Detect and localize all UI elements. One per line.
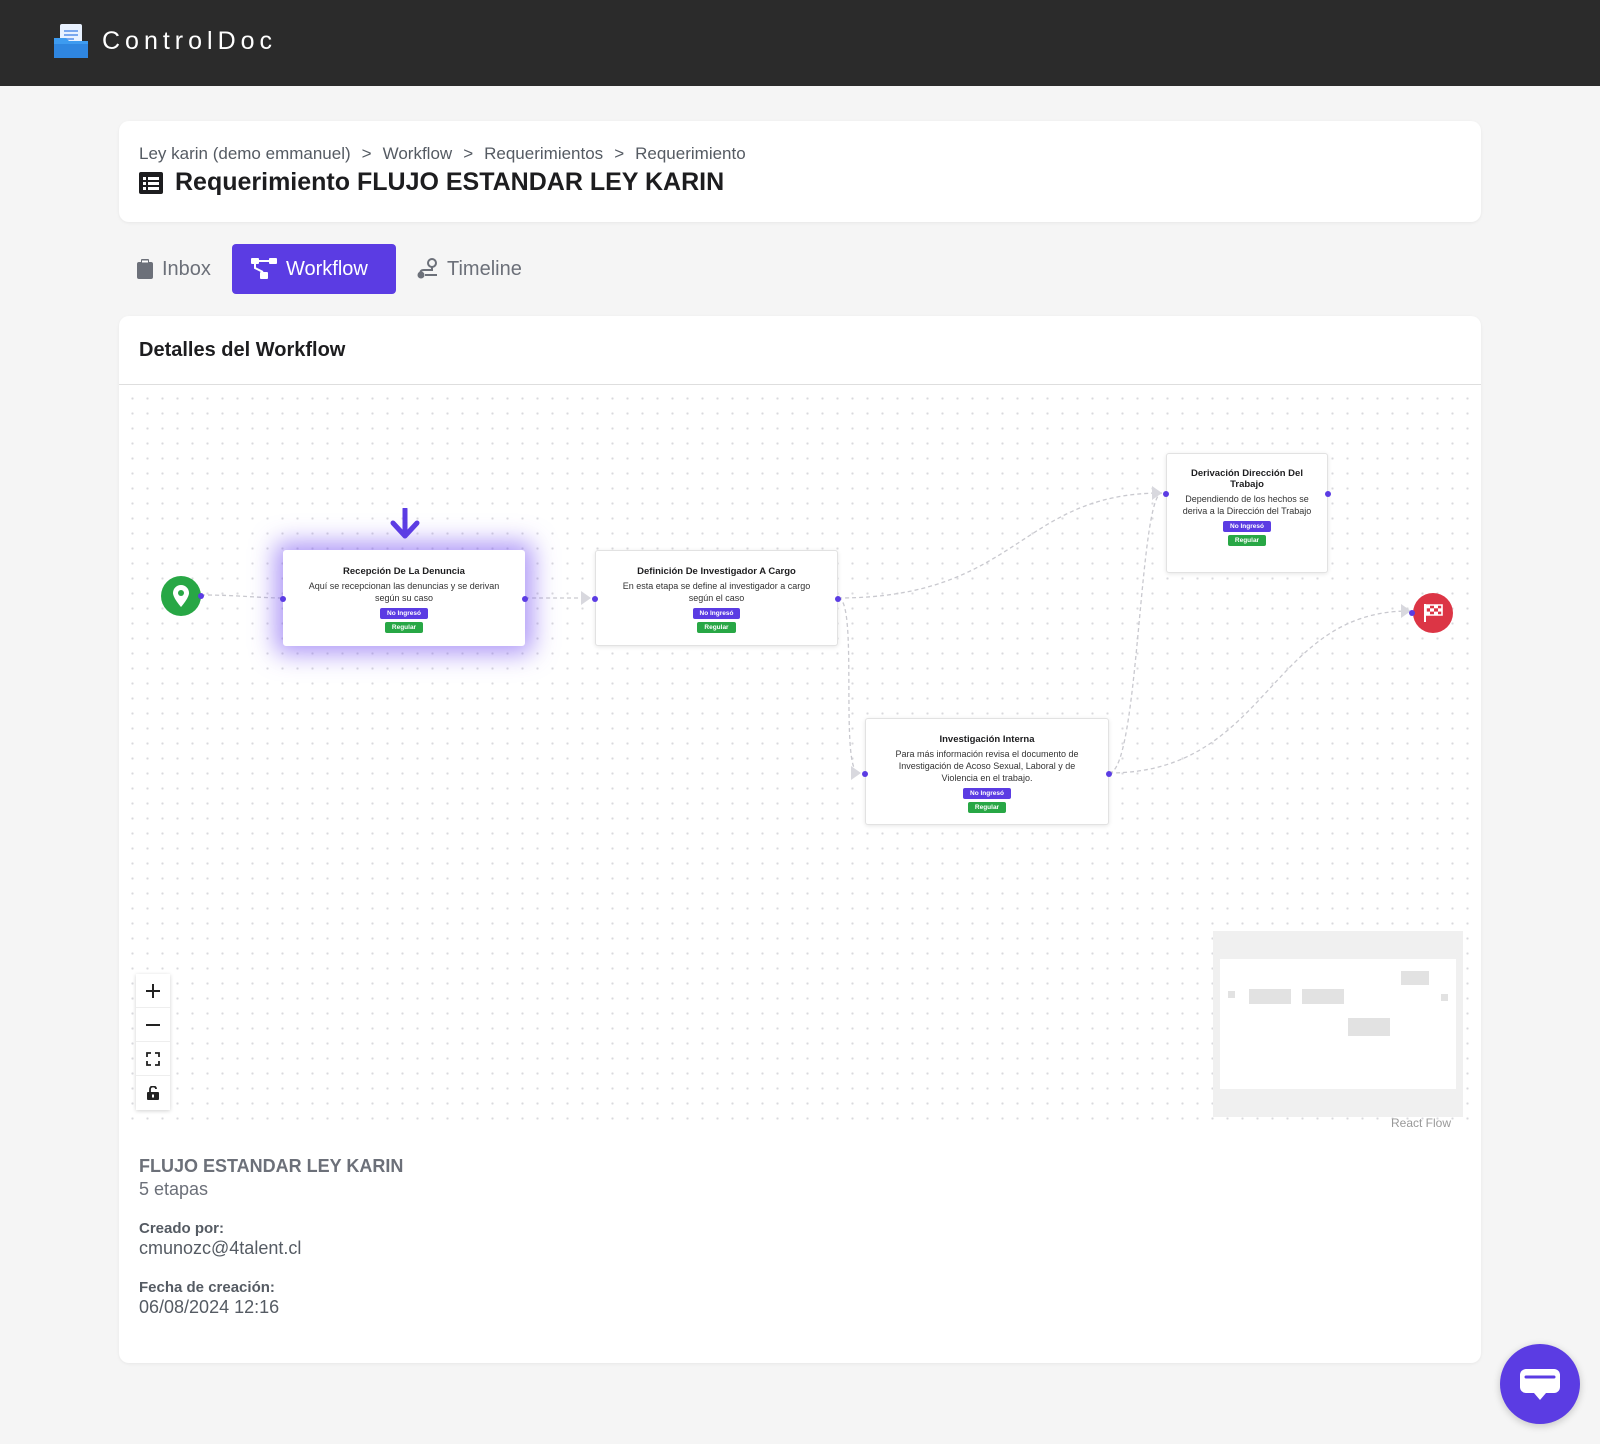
react-flow-attribution[interactable]: React Flow (1391, 1116, 1451, 1130)
checkered-flag-icon (1424, 604, 1443, 622)
end-node[interactable] (1409, 593, 1453, 633)
breadcrumb-item: Requerimiento (635, 144, 746, 163)
node-handle[interactable] (862, 771, 868, 777)
created-date-value: 06/08/2024 12:16 (139, 1297, 280, 1317)
node-handle[interactable] (592, 596, 598, 602)
workflow-canvas[interactable]: Recepción De La Denuncia Aquí se recepci… (119, 385, 1481, 1130)
minimap-node (1401, 971, 1429, 985)
app-name: ControlDoc (102, 27, 278, 55)
node-description: Dependiendo de los hechos se deriva a la… (1182, 494, 1312, 516)
chat-bubble-icon (1520, 1369, 1560, 1400)
status-badge: No Ingresó (380, 608, 428, 619)
unlock-icon (147, 1086, 159, 1100)
edge-definition-derivacion (837, 492, 1163, 599)
edge-investigacion-derivacion (1108, 492, 1163, 774)
node-handle[interactable] (522, 596, 528, 602)
workflow-node-recepcion[interactable]: Recepción De La Denuncia Aquí se recepci… (280, 550, 528, 646)
node-handle[interactable] (1163, 491, 1169, 497)
fit-view-button[interactable] (136, 1042, 170, 1076)
current-stage-arrow-icon (390, 508, 420, 539)
minimap-node (1348, 1018, 1390, 1036)
node-handle[interactable] (1409, 610, 1415, 616)
node-description: Aquí se recepcionan las denuncias y se d… (308, 581, 500, 603)
node-title: Investigación Interna (939, 734, 1035, 745)
workflow-details-card: Detalles del Workflow Recepción De La De… (119, 316, 1481, 1363)
breadcrumb: Ley karin (demo emmanuel) > Workflow > Reque… (139, 144, 746, 164)
node-handle[interactable] (835, 596, 841, 602)
breadcrumb-item[interactable]: Workflow (383, 144, 453, 163)
edge-definition-investigacion (837, 597, 860, 774)
minimap[interactable] (1213, 931, 1463, 1117)
workflow-name: FLUJO ESTANDAR LEY KARIN (139, 1156, 404, 1176)
tab-inbox[interactable]: Inbox (137, 244, 211, 294)
edge-arrow-icon (851, 766, 861, 780)
tab-label: Timeline (447, 257, 522, 280)
breadcrumb-separator: > (361, 144, 372, 163)
zoom-in-button[interactable] (136, 974, 170, 1008)
tab-workflow[interactable]: Workflow (232, 244, 396, 294)
workflow-stage-count: 5 etapas (139, 1179, 209, 1199)
top-bar: ControlDoc (0, 0, 1600, 86)
created-by-value: cmunozc@4talent.cl (139, 1238, 302, 1258)
minimap-node (1228, 991, 1235, 998)
edge-start-reception (200, 594, 284, 599)
chat-button[interactable] (1500, 1344, 1580, 1424)
node-title: Recepción De La Denuncia (343, 566, 465, 577)
type-badge: Regular (384, 622, 424, 633)
tab-label: Inbox (162, 257, 211, 280)
breadcrumb-separator: > (463, 144, 474, 163)
status-badge: No Ingresó (963, 788, 1011, 799)
zoom-out-button[interactable] (136, 1008, 170, 1042)
route-icon (417, 258, 437, 279)
node-handle[interactable] (1325, 491, 1331, 497)
page-title-text: Requerimiento FLUJO ESTANDAR LEY KARIN (175, 168, 725, 196)
type-badge: Regular (967, 802, 1007, 813)
start-node[interactable] (161, 576, 204, 616)
workflow-icon (251, 258, 277, 279)
node-description: En esta etapa se define al investigador … (622, 581, 811, 603)
tab-timeline[interactable]: Timeline (416, 244, 522, 294)
workflow-node-derivacion[interactable]: Derivación Dirección Del Trabajo Dependi… (1163, 453, 1331, 573)
created-by-label: Creado por: (139, 1220, 225, 1237)
node-description: Para más información revisa el documento… (895, 749, 1079, 783)
minimap-node (1249, 989, 1291, 1004)
logo-icon (54, 24, 88, 58)
page-title: Requerimiento FLUJO ESTANDAR LEY KARIN (139, 168, 724, 197)
node-title: Derivación Dirección Del Trabajo (1191, 468, 1303, 490)
type-badge: Regular (1227, 535, 1267, 546)
node-handle[interactable] (1106, 771, 1112, 777)
status-badge: No Ingresó (692, 608, 741, 619)
node-title: Definición De Investigador A Cargo (637, 566, 796, 577)
edge-arrow-icon (581, 591, 591, 605)
lock-button[interactable] (136, 1076, 170, 1110)
minimap-node (1441, 994, 1448, 1001)
node-handle[interactable] (280, 596, 286, 602)
clipboard-icon (137, 259, 153, 279)
workflow-node-investigacion[interactable]: Investigación Interna Para más informaci… (862, 718, 1112, 825)
tab-label: Workflow (286, 257, 368, 280)
fit-view-icon (146, 1051, 160, 1066)
plus-icon (146, 983, 160, 998)
type-badge: Regular (697, 622, 736, 633)
map-pin-icon (173, 585, 189, 607)
flow-controls (136, 974, 170, 1110)
status-badge: No Ingresó (1223, 521, 1271, 532)
workflow-info: FLUJO ESTANDAR LEY KARIN 5 etapas Creado… (139, 1156, 403, 1318)
created-date-label: Fecha de creación: (139, 1279, 275, 1296)
list-icon (139, 171, 163, 194)
breadcrumb-item[interactable]: Requerimientos (484, 144, 603, 163)
minus-icon (146, 1023, 160, 1026)
workflow-node-definicion[interactable]: Definición De Investigador A Cargo En es… (592, 550, 841, 646)
header-card: Ley karin (demo emmanuel) > Workflow > Reque… (119, 121, 1481, 222)
breadcrumb-item[interactable]: Ley karin (demo emmanuel) (139, 144, 351, 163)
section-title: Detalles del Workflow (139, 339, 346, 361)
minimap-node (1302, 989, 1344, 1004)
node-handle[interactable] (198, 593, 204, 599)
breadcrumb-separator: > (614, 144, 625, 163)
edge-investigacion-end (1108, 610, 1410, 774)
